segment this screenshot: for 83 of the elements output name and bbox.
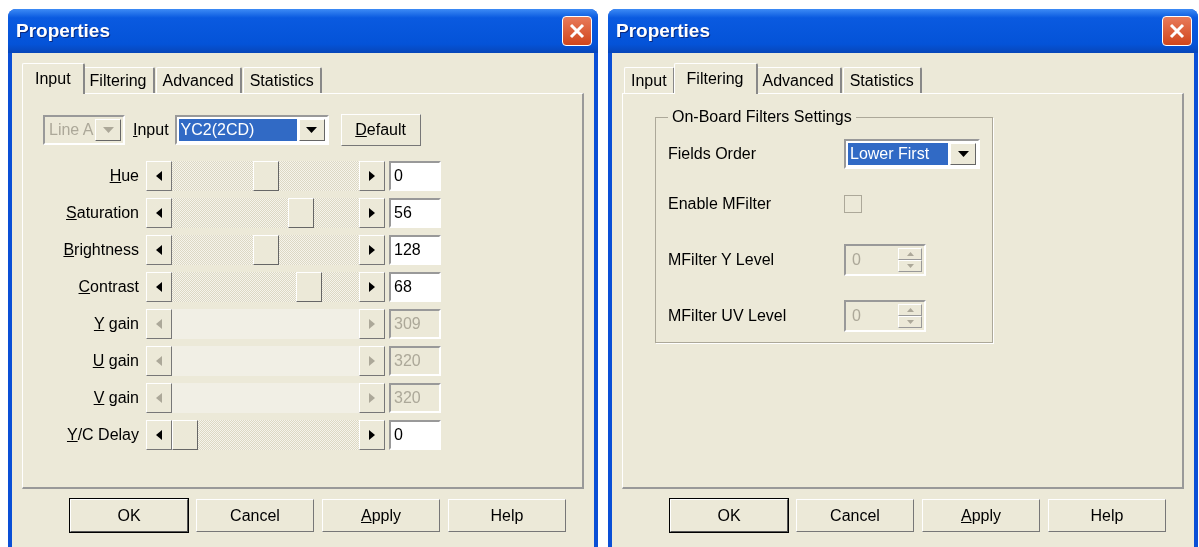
scroll-right-button[interactable] — [359, 235, 385, 265]
slider-label: Y/C Delay — [65, 426, 140, 444]
slider-thumb[interactable] — [172, 420, 198, 450]
left-arrow-icon — [155, 282, 163, 292]
field-label: MFilter UV Level — [668, 307, 788, 325]
scroll-right-button[interactable] — [359, 198, 385, 228]
down-arrow-icon — [906, 320, 914, 324]
caret-icon — [102, 126, 114, 134]
fields-order-dropdown[interactable]: Lower First — [844, 139, 980, 169]
field-label: Fields Order — [668, 145, 758, 163]
field-label: Enable MFilter — [668, 195, 773, 213]
tab[interactable]: Filtering — [82, 67, 155, 93]
tab[interactable]: Input — [22, 63, 85, 94]
window-title: Properties — [16, 20, 110, 42]
scroll-left-button[interactable] — [146, 272, 172, 302]
dialog-button[interactable]: Cancel — [796, 499, 914, 532]
tab[interactable]: Advanced — [155, 67, 242, 93]
slider-label: Saturation — [65, 204, 140, 222]
left-arrow-icon — [155, 356, 163, 366]
left-arrow-icon — [155, 393, 163, 403]
dialog-button[interactable]: Cancel — [196, 499, 314, 532]
field-label: MFilter Y Level — [668, 251, 776, 269]
left-arrow-icon — [155, 245, 163, 255]
dialog-button[interactable]: OK — [70, 499, 188, 532]
slider-thumb[interactable] — [252, 235, 279, 265]
close-button[interactable] — [1162, 16, 1192, 46]
slider-label: Contrast — [77, 278, 140, 296]
value-field[interactable]: 68 — [389, 272, 441, 302]
scroll-left-button[interactable] — [146, 161, 172, 191]
slider-label: V gain — [92, 389, 140, 407]
right-arrow-icon — [368, 282, 376, 292]
right-arrow-icon — [368, 393, 376, 403]
right-arrow-icon — [368, 319, 376, 329]
caret-icon — [306, 126, 318, 134]
scroll-right-button[interactable] — [359, 161, 385, 191]
value-field[interactable]: 0 — [389, 420, 441, 450]
window-title: Properties — [616, 20, 710, 42]
close-button[interactable] — [562, 16, 592, 46]
input-dropdown[interactable]: YC2(2CD) — [174, 115, 329, 145]
scroll-left-button[interactable] — [146, 420, 172, 450]
dialog-button[interactable]: OK — [670, 499, 788, 532]
tab[interactable]: Filtering — [673, 63, 758, 94]
dialog-button[interactable]: Apply — [322, 499, 440, 532]
tab[interactable]: Input — [624, 67, 675, 93]
slider-label: Brightness — [62, 241, 140, 259]
left-arrow-icon — [155, 171, 163, 181]
dialog-button[interactable]: Help — [1048, 499, 1166, 532]
close-icon — [1169, 23, 1185, 39]
close-icon — [569, 23, 585, 39]
left-arrow-icon — [155, 208, 163, 218]
value-field[interactable]: 56 — [389, 198, 441, 228]
right-arrow-icon — [368, 171, 376, 181]
up-arrow-icon — [906, 308, 914, 312]
down-arrow-icon — [906, 264, 914, 268]
dialog-button[interactable]: Help — [448, 499, 566, 532]
scroll-right-button[interactable] — [359, 420, 385, 450]
dialog-button[interactable]: Apply — [922, 499, 1040, 532]
scroll-left-button[interactable] — [146, 235, 172, 265]
right-arrow-icon — [368, 245, 376, 255]
right-arrow-icon — [368, 356, 376, 366]
slider-label: U gain — [91, 352, 140, 370]
group-title: On-Board Filters Settings — [671, 108, 853, 126]
right-arrow-icon — [368, 430, 376, 440]
right-arrow-icon — [368, 208, 376, 218]
slider-label: Y gain — [92, 315, 140, 333]
left-arrow-icon — [155, 319, 163, 329]
input-label: Input — [133, 121, 169, 139]
left-arrow-icon — [155, 430, 163, 440]
scroll-left-button[interactable] — [146, 198, 172, 228]
slider-thumb[interactable] — [295, 272, 322, 302]
caret-icon — [957, 150, 969, 158]
tab[interactable]: Statistics — [842, 67, 922, 93]
up-arrow-icon — [906, 252, 914, 256]
tab[interactable]: Advanced — [755, 67, 842, 93]
checkbox[interactable] — [844, 195, 862, 213]
tab[interactable]: Statistics — [242, 67, 322, 93]
slider-thumb[interactable] — [252, 161, 279, 191]
scroll-right-button[interactable] — [359, 272, 385, 302]
value-field[interactable]: 0 — [389, 161, 441, 191]
slider-label: Hue — [108, 167, 140, 185]
default-button[interactable]: Default — [340, 114, 421, 146]
value-field[interactable]: 128 — [389, 235, 441, 265]
slider-thumb[interactable] — [287, 198, 314, 228]
